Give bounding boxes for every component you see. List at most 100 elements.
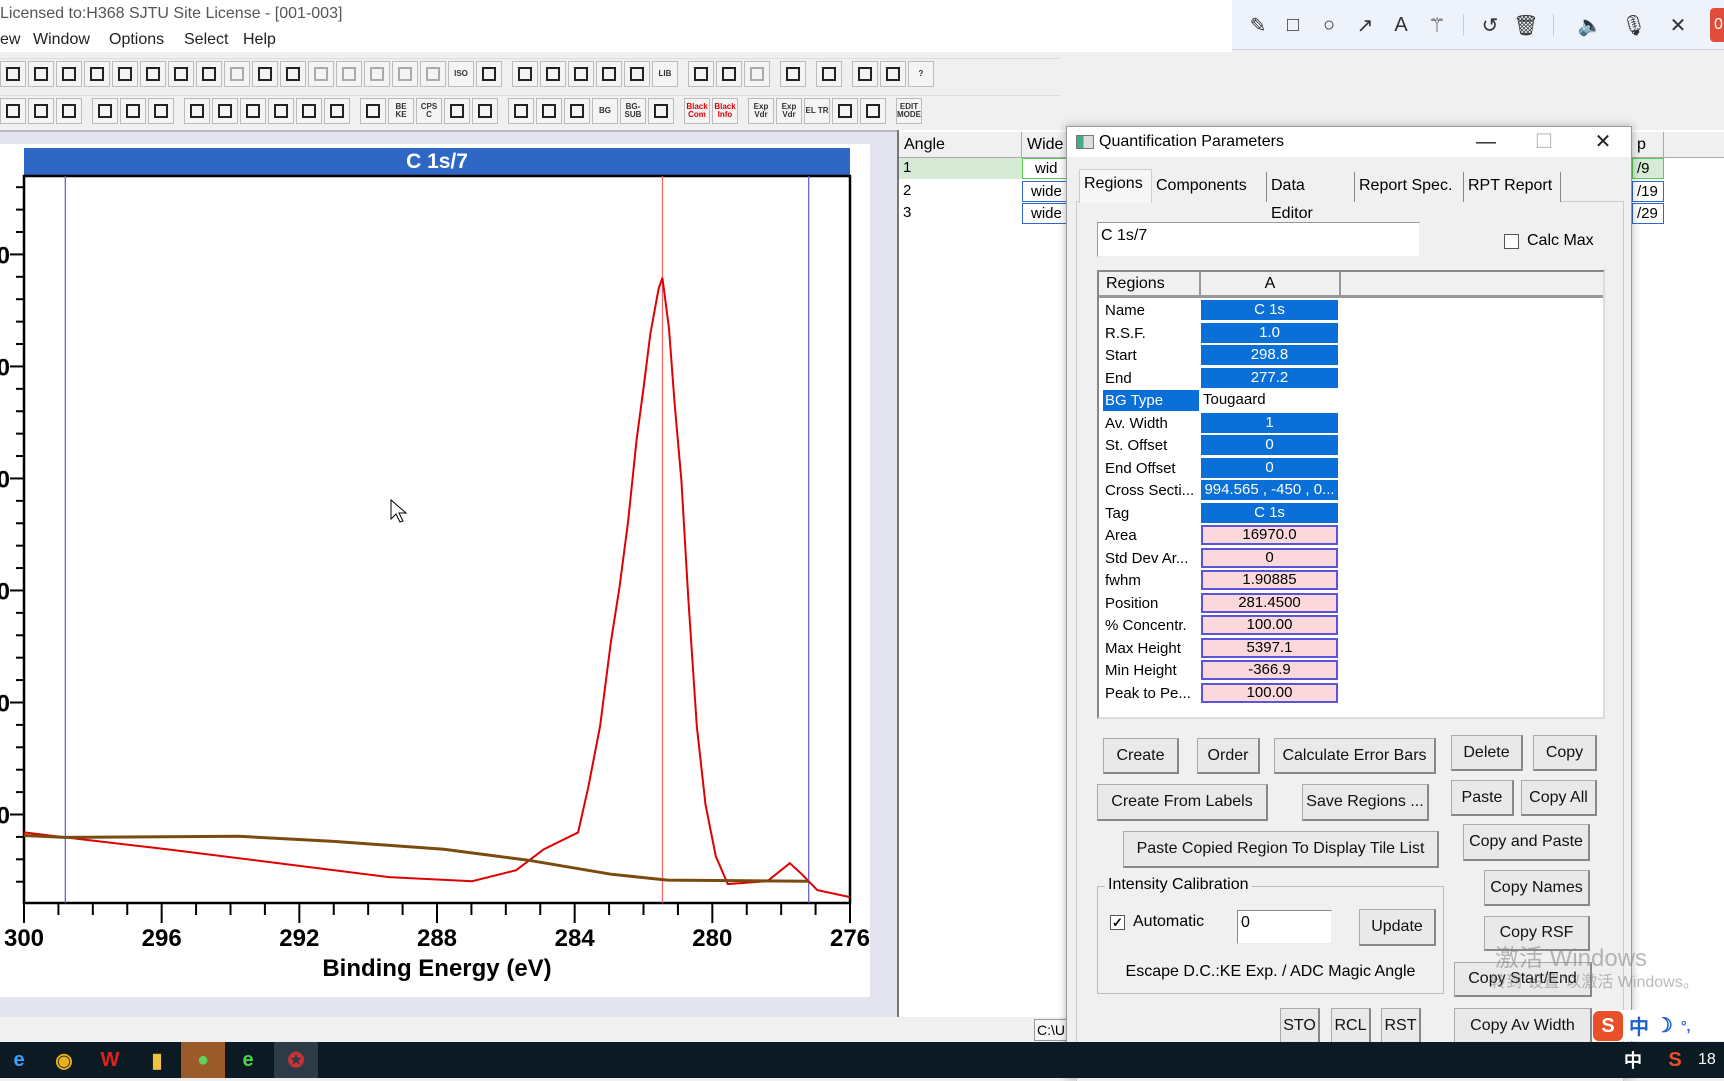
- trash-icon[interactable]: 🗑: [1513, 12, 1539, 38]
- casaxps-icon[interactable]: ✪: [274, 1042, 318, 1078]
- grid-row[interactable]: Position 281.4500: [1099, 592, 1359, 615]
- wechat-icon[interactable]: ●: [181, 1042, 225, 1078]
- grid-row-value[interactable]: 277.2: [1201, 367, 1338, 388]
- green-browser-icon[interactable]: e: [226, 1042, 270, 1078]
- grid-row-value[interactable]: 1.0: [1201, 322, 1338, 343]
- ime-language[interactable]: 中: [1629, 1011, 1649, 1040]
- grid-row-value[interactable]: Tougaard: [1201, 390, 1338, 410]
- ie-icon[interactable]: e: [0, 1042, 41, 1078]
- grid-row-value[interactable]: 5397.1: [1201, 637, 1338, 658]
- automatic-checkbox[interactable]: ✓ Automatic: [1110, 913, 1204, 931]
- automatic-checkbox-box[interactable]: ✓: [1110, 914, 1125, 930]
- tab-regions[interactable]: Regions: [1079, 169, 1152, 203]
- grid-row-value[interactable]: 0: [1201, 457, 1338, 478]
- grid-row-value[interactable]: 1: [1201, 412, 1338, 433]
- calc-max-checkbox[interactable]: Calc Max: [1504, 232, 1594, 250]
- taskbar-language[interactable]: 中: [1611, 1042, 1655, 1078]
- tab-rpt-report[interactable]: RPT Report: [1464, 172, 1561, 202]
- close-icon[interactable]: ✕: [1665, 12, 1691, 38]
- edit-mode-button[interactable]: EDIT MODE: [896, 97, 922, 124]
- grid-row-value[interactable]: -366.9: [1201, 660, 1338, 680]
- ime-toolbar[interactable]: S 中 ☽ °,: [1593, 1010, 1724, 1041]
- calculate-error-bars-button[interactable]: Calculate Error Bars: [1274, 738, 1436, 774]
- moon-icon[interactable]: ☽: [1655, 1013, 1673, 1038]
- grid-row[interactable]: BG Type Tougaard: [1099, 389, 1359, 412]
- grid-row[interactable]: Area 16970.0: [1099, 524, 1359, 547]
- grid-row[interactable]: Min Height -366.9: [1099, 659, 1359, 682]
- grid-row[interactable]: Std Dev Ar... 0: [1099, 547, 1359, 570]
- grid-row-value[interactable]: 100.00: [1201, 682, 1338, 703]
- sogou-tray-icon[interactable]: S: [1653, 1042, 1697, 1078]
- recording-badge[interactable]: 0: [1710, 8, 1724, 42]
- grid-row-value[interactable]: C 1s: [1201, 300, 1338, 320]
- order-button[interactable]: Order: [1197, 738, 1260, 774]
- help-button[interactable]: ?: [908, 60, 934, 87]
- grid-row-value[interactable]: 298.8: [1201, 345, 1338, 365]
- grid-row-value[interactable]: C 1s: [1201, 502, 1338, 523]
- paste-copied-region-button[interactable]: Paste Copied Region To Display Tile List: [1123, 831, 1439, 868]
- grid-row-value[interactable]: 0: [1201, 547, 1338, 568]
- list-cell-p[interactable]: /29: [1632, 203, 1664, 224]
- arrow-icon[interactable]: ↗: [1352, 12, 1378, 38]
- tab-report-spec[interactable]: Report Spec.: [1355, 172, 1464, 202]
- copy-and-paste-button[interactable]: Copy and Paste: [1463, 824, 1590, 861]
- speaker-icon[interactable]: 🔈: [1577, 12, 1603, 38]
- paste-button[interactable]: Paste: [1451, 780, 1514, 816]
- grid-row[interactable]: Start 298.8: [1099, 344, 1359, 367]
- list-cell-p[interactable]: /9: [1632, 158, 1664, 179]
- grid-row[interactable]: R.S.F. 1.0: [1099, 322, 1359, 345]
- spectrum-chart[interactable]: 300 296 292 288 284 280 276 Binding Energy (eV)…: [0, 0, 897, 1000]
- grid-row-value[interactable]: 0: [1201, 435, 1338, 455]
- wps-icon[interactable]: W: [88, 1042, 132, 1078]
- punctuation-icon[interactable]: °,: [1681, 1018, 1691, 1034]
- dialog-title-bar[interactable]: Quantification Parameters — ☐ ✕: [1067, 127, 1631, 157]
- tab-data-editor[interactable]: Data Editor: [1267, 172, 1355, 222]
- grid-row[interactable]: % Concentr. 100.00: [1099, 614, 1359, 637]
- copy-names-button[interactable]: Copy Names: [1484, 870, 1590, 906]
- create-from-labels-button[interactable]: Create From Labels: [1097, 784, 1268, 821]
- grid-row[interactable]: Tag C 1s: [1099, 502, 1359, 525]
- list-cell-angle[interactable]: 1: [899, 158, 1022, 179]
- file-explorer-icon[interactable]: ▮: [135, 1042, 179, 1078]
- pencil-icon[interactable]: ✎: [1245, 12, 1271, 38]
- grid-row[interactable]: Cross Secti... 994.565 , -450 , 0...: [1099, 479, 1359, 502]
- clock[interactable]: 18: [1698, 1042, 1724, 1078]
- grid-row[interactable]: End Offset 0: [1099, 457, 1359, 480]
- rectangle-icon[interactable]: □: [1280, 12, 1306, 38]
- column-header-angle[interactable]: Angle: [899, 132, 1022, 158]
- grid-row[interactable]: St. Offset 0: [1099, 434, 1359, 457]
- tab-components[interactable]: Components: [1152, 172, 1267, 202]
- copy-button[interactable]: Copy: [1533, 735, 1597, 771]
- checkbox-box[interactable]: [1504, 233, 1519, 249]
- grid-header-regions[interactable]: Regions: [1099, 272, 1201, 298]
- grid-row[interactable]: Peak to Pe... 100.00: [1099, 682, 1359, 705]
- create-button[interactable]: Create: [1103, 738, 1179, 774]
- sogou-icon[interactable]: S: [1593, 1010, 1623, 1041]
- text-icon[interactable]: A: [1388, 12, 1414, 38]
- minimize-button[interactable]: —: [1469, 129, 1503, 155]
- copy-all-button[interactable]: Copy All: [1521, 780, 1597, 816]
- grid-row-value[interactable]: 281.4500: [1201, 592, 1338, 613]
- grid-row[interactable]: Name C 1s: [1099, 299, 1359, 322]
- rcl-button[interactable]: RCL: [1331, 1008, 1371, 1044]
- region-name-input[interactable]: C 1s/7: [1097, 222, 1420, 257]
- grid-row-value[interactable]: 994.565 , -450 , 0...: [1201, 480, 1338, 500]
- grid-row[interactable]: Max Height 5397.1: [1099, 637, 1359, 660]
- calibration-value-input[interactable]: 0: [1237, 910, 1332, 944]
- magic-wand-icon[interactable]: ⚚: [1424, 12, 1450, 38]
- rst-button[interactable]: RST: [1381, 1008, 1421, 1044]
- list-cell-angle[interactable]: 3: [899, 203, 1022, 224]
- circle-icon[interactable]: ○: [1316, 12, 1342, 38]
- maximize-button[interactable]: ☐: [1527, 129, 1561, 155]
- grid-row-value[interactable]: 1.90885: [1201, 570, 1338, 590]
- grid-row[interactable]: Av. Width 1: [1099, 412, 1359, 435]
- grid-row-value[interactable]: 100.00: [1201, 615, 1338, 635]
- delete-button[interactable]: Delete: [1451, 735, 1523, 771]
- grid-row[interactable]: fwhm 1.90885: [1099, 569, 1359, 592]
- close-button[interactable]: ✕: [1586, 129, 1620, 155]
- list-cell-p[interactable]: /19: [1632, 180, 1664, 202]
- update-button[interactable]: Update: [1359, 909, 1436, 946]
- undo-icon[interactable]: ↺: [1477, 12, 1503, 38]
- microphone-icon[interactable]: 🎙: [1621, 12, 1647, 38]
- grid-row[interactable]: End 277.2: [1099, 367, 1359, 390]
